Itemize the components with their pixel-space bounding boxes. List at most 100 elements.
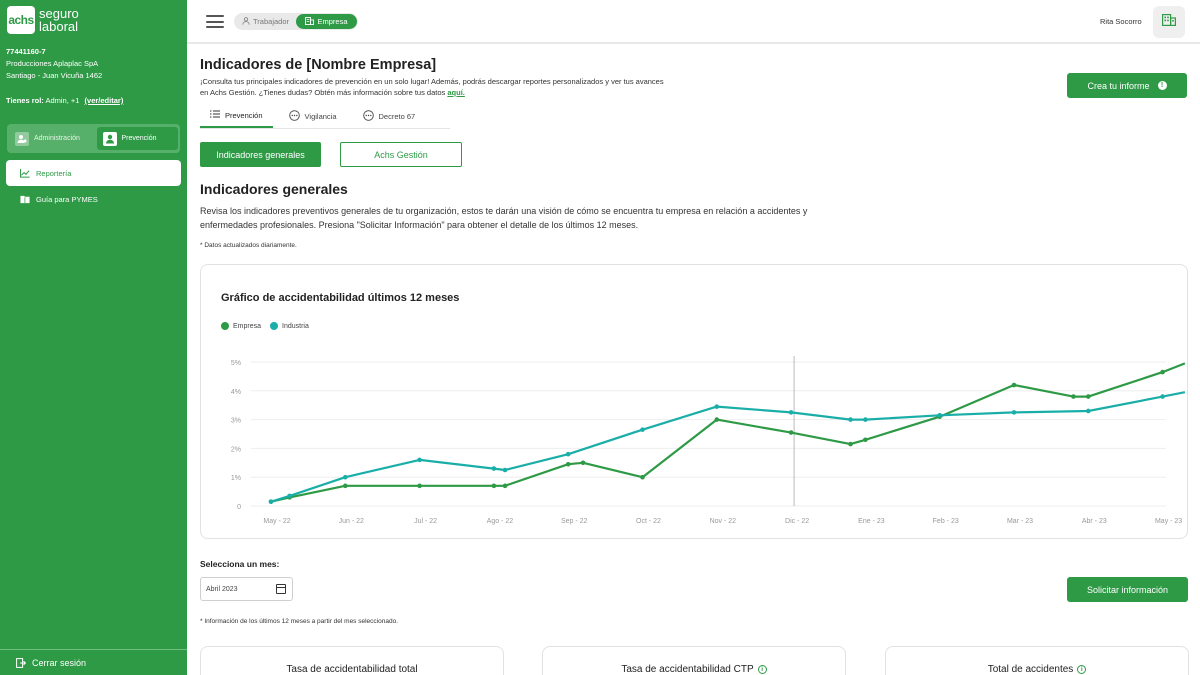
- more-info-link[interactable]: aquí.: [447, 88, 465, 97]
- view-trabajador-button[interactable]: Trabajador: [235, 14, 296, 29]
- data-point-industria: [417, 457, 422, 463]
- data-point-industria: [343, 474, 348, 480]
- stat-card-tasa-total: Tasa de accidentabilidad total: [200, 646, 504, 675]
- view-toggle: Trabajador Empresa: [234, 13, 358, 30]
- role-prefix: Tienes rol:: [6, 96, 44, 105]
- data-point-empresa: [1071, 394, 1076, 399]
- tab-prevencion[interactable]: Prevención: [200, 104, 273, 128]
- data-point-empresa: [788, 430, 794, 435]
- x-tick-label: Mar - 23: [1007, 518, 1033, 525]
- role-admin-label: Administración: [34, 135, 80, 142]
- data-point-industria: [502, 467, 508, 473]
- x-tick-label: Ene - 23: [858, 518, 885, 525]
- stat-title-text: Tasa de accidentabilidad total: [286, 664, 418, 675]
- months-note: * Información de los últimos 12 meses a …: [200, 618, 398, 625]
- more-circle-icon: [362, 109, 374, 123]
- company-name: Producciones Aplaplac SpA: [6, 59, 99, 68]
- role-admin-button[interactable]: Administración: [9, 127, 91, 150]
- company-address: Santiago - Juan Vicuña 1462: [6, 71, 103, 80]
- x-tick-label: Nov - 22: [710, 518, 737, 525]
- sidebar-item-label: Reportería: [36, 168, 72, 178]
- page-description: ¡Consulta tus principales indicadores de…: [200, 77, 720, 98]
- x-tick-label: Feb - 23: [933, 518, 959, 525]
- stat-card-total-accidentes: Total de accidentes i: [885, 646, 1189, 675]
- building-icon: [1162, 13, 1177, 31]
- month-value: Abril 2023: [206, 585, 238, 593]
- month-select-label: Selecciona un mes:: [200, 559, 280, 569]
- sidebar: achs seguro laboral 77441160-7 Produccio…: [0, 0, 187, 675]
- data-point-industria: [287, 493, 292, 499]
- tab-vigilancia[interactable]: Vigilancia: [279, 104, 347, 128]
- x-tick-label: Sep - 22: [561, 518, 588, 525]
- section-title: Indicadores generales: [200, 181, 348, 197]
- person-icon: [102, 131, 117, 146]
- sidebar-item-label: Guía para PYMES: [36, 194, 98, 204]
- tab-label: Vigilancia: [304, 111, 337, 121]
- view-empresa-button[interactable]: Empresa: [296, 14, 357, 29]
- x-tick-label: Ago - 22: [487, 518, 514, 525]
- data-point-empresa: [863, 437, 868, 443]
- stat-title-text: Total de accidentes: [987, 664, 1074, 675]
- logo-text: seguro laboral: [39, 7, 79, 33]
- view-empresa-label: Empresa: [317, 17, 348, 26]
- menu-icon[interactable]: [206, 15, 224, 28]
- month-input[interactable]: Abril 2023: [200, 577, 293, 601]
- x-tick-label: May - 22: [263, 518, 290, 525]
- data-point-industria: [1086, 408, 1091, 414]
- logo-mark: achs: [7, 6, 35, 34]
- daily-update-note: * Datos actualizados diariamente.: [200, 242, 297, 249]
- x-tick-label: Jun - 22: [339, 518, 364, 525]
- y-tick-label: 4%: [231, 389, 241, 396]
- role-prevencion-label: Prevención: [121, 135, 157, 142]
- indicadores-generales-button[interactable]: Indicadores generales: [200, 142, 321, 167]
- company-info: 77441160-7 Producciones Aplaplac SpA San…: [6, 46, 102, 82]
- role-prevencion-button[interactable]: Prevención: [96, 127, 178, 150]
- data-point-empresa: [714, 417, 720, 422]
- data-point-industria: [714, 404, 720, 409]
- company-account-button[interactable]: [1153, 6, 1185, 38]
- data-point-empresa: [565, 461, 571, 467]
- data-point-empresa: [417, 483, 422, 489]
- x-tick-label: Dic - 22: [785, 518, 809, 525]
- stat-title-text: Tasa de accidentabilidad CTP: [621, 664, 754, 675]
- x-tick-label: Jul - 22: [414, 518, 437, 525]
- chart-line-icon: [20, 168, 30, 178]
- stat-title: Tasa de accidentabilidad CTP i: [543, 664, 845, 675]
- logout-button[interactable]: Cerrar sesión: [0, 649, 187, 675]
- sidebar-item-guia-pymes[interactable]: Guía para PYMES: [6, 186, 181, 212]
- main-content: Indicadores de [Nombre Empresa] ¡Consult…: [187, 46, 1200, 675]
- data-point-industria: [1011, 410, 1017, 415]
- y-tick-label: 2%: [231, 446, 241, 453]
- logo-line2: laboral: [39, 19, 79, 34]
- data-point-industria: [491, 466, 497, 471]
- info-icon: !: [1157, 81, 1167, 90]
- data-point-industria: [268, 499, 274, 504]
- book-icon: [20, 194, 30, 204]
- role-edit-link[interactable]: (ver/editar): [85, 96, 124, 105]
- data-point-empresa: [1011, 382, 1017, 388]
- calendar-icon[interactable]: [276, 584, 286, 594]
- x-tick-label: Abr - 23: [1082, 518, 1107, 525]
- data-point-industria: [565, 451, 571, 457]
- tab-decreto-67[interactable]: Decreto 67: [353, 104, 426, 128]
- y-tick-label: 3%: [231, 418, 241, 425]
- sidebar-item-reporteria[interactable]: Reportería: [6, 160, 181, 186]
- data-point-industria: [640, 427, 645, 432]
- y-tick-label: 1%: [231, 475, 241, 482]
- list-icon: [210, 110, 220, 120]
- logout-icon: [16, 657, 26, 668]
- more-circle-icon: [288, 109, 300, 123]
- data-point-empresa: [580, 460, 586, 466]
- stat-title: Total de accidentes i: [886, 664, 1188, 675]
- data-point-empresa: [640, 474, 645, 480]
- info-icon[interactable]: i: [757, 665, 767, 674]
- create-report-button[interactable]: Crea tu informe !: [1067, 73, 1187, 98]
- achs-logo[interactable]: achs seguro laboral: [7, 6, 79, 34]
- series-line-empresa: [270, 362, 1186, 503]
- user-name: Rita Socorro: [1100, 17, 1142, 26]
- info-icon[interactable]: i: [1077, 665, 1087, 674]
- achs-gestion-button[interactable]: Achs Gestión: [340, 142, 462, 167]
- data-point-empresa: [343, 483, 348, 489]
- request-info-button[interactable]: Solicitar información: [1067, 577, 1188, 602]
- create-report-label: Crea tu informe: [1087, 80, 1150, 91]
